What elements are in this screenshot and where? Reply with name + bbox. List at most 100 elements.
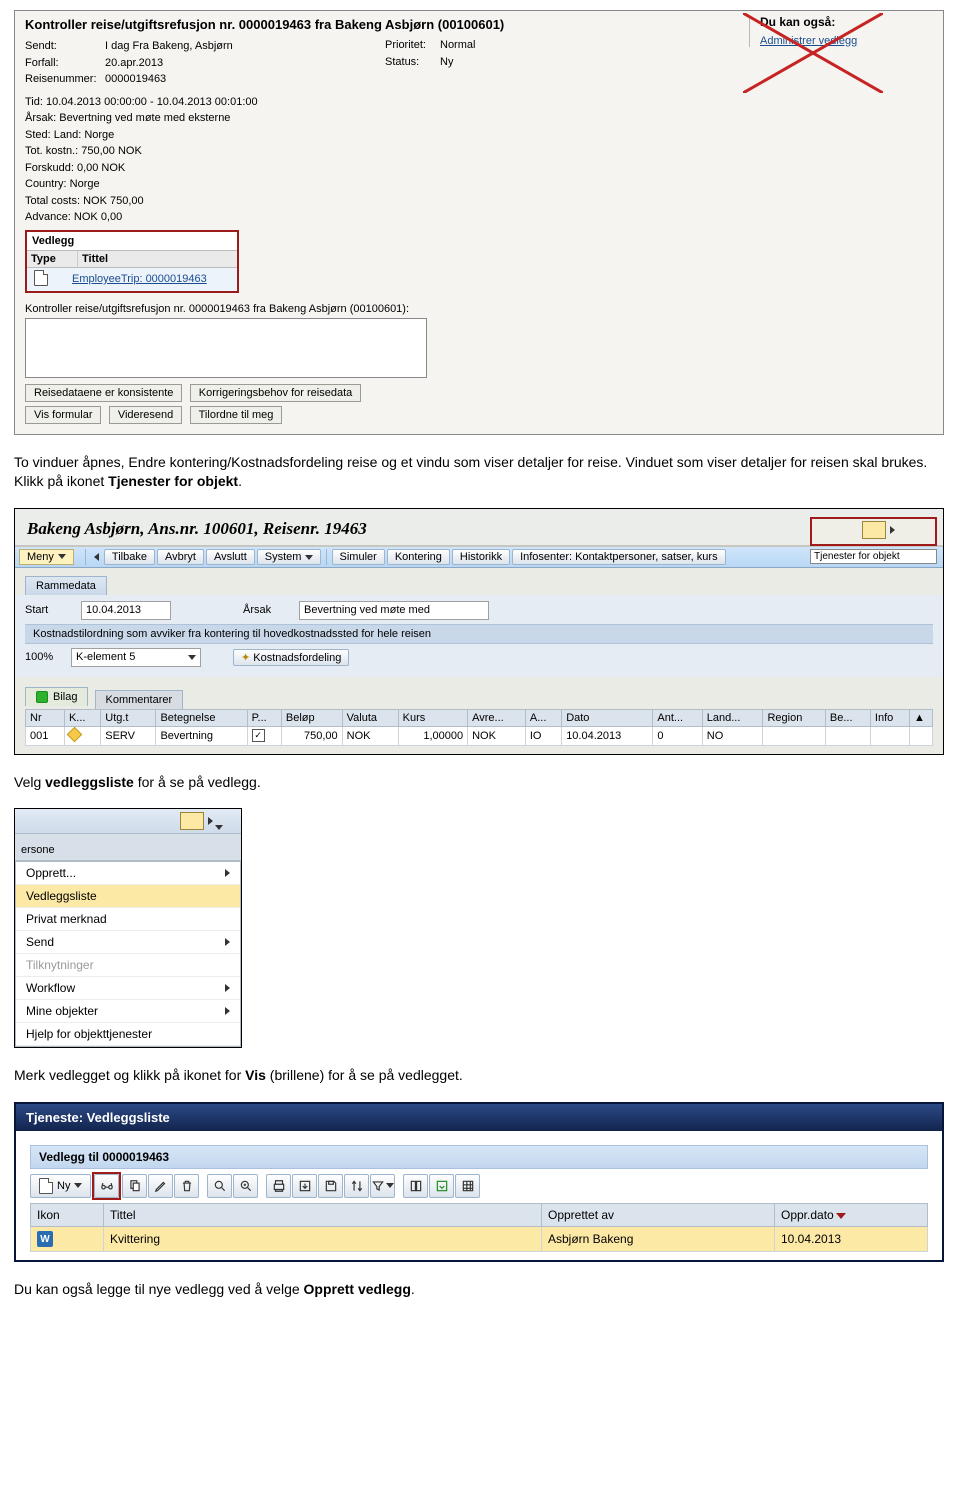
chevron-down-icon bbox=[386, 1183, 394, 1188]
reisedata-konsistente-button[interactable]: Reisedataene er konsistente bbox=[25, 384, 182, 402]
side-text-fragment: ersone bbox=[21, 844, 55, 856]
menu-opprett[interactable]: Opprett... bbox=[16, 862, 240, 885]
word-doc-icon: W bbox=[37, 1231, 53, 1247]
checkbox-icon[interactable]: ✓ bbox=[252, 729, 265, 742]
object-services-tooltip: Tjenester for objekt bbox=[810, 549, 937, 564]
layout-button[interactable] bbox=[403, 1174, 428, 1198]
detail-line: Årsak: Bevertning ved møte med eksterne bbox=[25, 110, 933, 127]
menu-mine-objekter[interactable]: Mine objekter bbox=[16, 1000, 240, 1023]
rammedata-tab[interactable]: Rammedata bbox=[25, 576, 107, 595]
view-button-highlight bbox=[92, 1172, 121, 1200]
col-ant[interactable]: Ant... bbox=[653, 709, 702, 726]
export-button[interactable] bbox=[292, 1174, 317, 1198]
copy-icon bbox=[128, 1179, 142, 1193]
sort-button[interactable] bbox=[344, 1174, 369, 1198]
col-ikon[interactable]: Ikon bbox=[31, 1203, 104, 1226]
col-oppr-dato[interactable]: Oppr.dato bbox=[775, 1203, 928, 1226]
menu-hjelp[interactable]: Hjelp for objekttjenester bbox=[16, 1023, 240, 1046]
vis-formular-button[interactable]: Vis formular bbox=[25, 406, 101, 424]
arsak-input[interactable] bbox=[299, 601, 489, 620]
copy-button[interactable] bbox=[122, 1174, 147, 1198]
side-column: Du kan også: Administrer vedlegg bbox=[749, 15, 935, 47]
delete-button[interactable] bbox=[174, 1174, 199, 1198]
menu-privat-merknad[interactable]: Privat merknad bbox=[16, 908, 240, 931]
back-arrow-icon[interactable] bbox=[94, 553, 99, 561]
menu-button[interactable]: Meny bbox=[19, 549, 74, 565]
toolbar-tilbake[interactable]: Tilbake bbox=[104, 549, 155, 565]
col-be[interactable]: Be... bbox=[825, 709, 870, 726]
col-opprettet-av[interactable]: Opprettet av bbox=[542, 1203, 775, 1226]
priority-label: Prioritet: bbox=[385, 37, 440, 54]
tilordne-button[interactable]: Tilordne til meg bbox=[190, 406, 283, 424]
scroll-up-button[interactable]: ▲ bbox=[910, 709, 933, 726]
tab-kommentarer[interactable]: Kommentarer bbox=[95, 690, 184, 709]
chevron-down-icon bbox=[305, 555, 313, 560]
view-button[interactable] bbox=[94, 1174, 119, 1198]
detail-line: Country: Norge bbox=[25, 176, 933, 193]
select-layout-button[interactable] bbox=[429, 1174, 454, 1198]
k-element-select[interactable]: K-element 5 bbox=[71, 648, 201, 667]
col-nr[interactable]: Nr bbox=[26, 709, 65, 726]
col-betegnelse[interactable]: Betegnelse bbox=[156, 709, 247, 726]
comment-textarea[interactable] bbox=[25, 318, 427, 378]
save-icon bbox=[324, 1179, 338, 1193]
grid-button[interactable] bbox=[455, 1174, 480, 1198]
attachment-row[interactable]: EmployeeTrip: 0000019463 bbox=[27, 268, 237, 291]
save-button[interactable] bbox=[318, 1174, 343, 1198]
export-icon bbox=[298, 1179, 312, 1193]
toolbar-system[interactable]: System bbox=[257, 549, 321, 565]
filter-button[interactable] bbox=[370, 1174, 395, 1198]
printer-icon bbox=[272, 1179, 286, 1193]
col-utgt[interactable]: Utg.t bbox=[101, 709, 156, 726]
tab-bilag[interactable]: Bilag bbox=[25, 687, 88, 706]
col-tittel[interactable]: Tittel bbox=[104, 1203, 542, 1226]
window-titlebar: Tjeneste: Vedleggsliste bbox=[16, 1104, 942, 1131]
col-valuta[interactable]: Valuta bbox=[342, 709, 398, 726]
layout-icon bbox=[409, 1179, 423, 1193]
start-input[interactable] bbox=[81, 601, 171, 620]
toolbar-avbryt[interactable]: Avbryt bbox=[157, 549, 204, 565]
print-button[interactable] bbox=[266, 1174, 291, 1198]
toolbar-kontering[interactable]: Kontering bbox=[387, 549, 450, 565]
mid-column: Prioritet:Normal Status:Ny bbox=[385, 37, 475, 70]
col-region[interactable]: Region bbox=[763, 709, 825, 726]
find-button[interactable] bbox=[207, 1174, 232, 1198]
status-value: Ny bbox=[440, 54, 453, 71]
diamond-icon bbox=[67, 726, 83, 742]
object-services-button[interactable] bbox=[810, 517, 937, 546]
new-button[interactable]: Ny bbox=[30, 1174, 91, 1198]
find-next-button[interactable] bbox=[233, 1174, 258, 1198]
col-k[interactable]: K... bbox=[64, 709, 100, 726]
videresend-button[interactable]: Videresend bbox=[109, 406, 182, 424]
menu-workflow[interactable]: Workflow bbox=[16, 977, 240, 1000]
col-avre[interactable]: Avre... bbox=[468, 709, 526, 726]
kostnadsfordeling-button[interactable]: ✦ Kostnadsfordeling bbox=[233, 649, 349, 666]
grid-icon bbox=[461, 1179, 475, 1193]
administer-attachments-link[interactable]: Administrer vedlegg bbox=[760, 35, 857, 47]
toolbar-avslutt[interactable]: Avslutt bbox=[206, 549, 255, 565]
instruction-paragraph: To vinduer åpnes, Endre kontering/Kostna… bbox=[14, 453, 944, 492]
toolbar-infosenter[interactable]: Infosenter: Kontaktpersoner, satser, kur… bbox=[512, 549, 726, 565]
object-services-button[interactable] bbox=[180, 812, 223, 833]
table-row[interactable]: W Kvittering Asbjørn Bakeng 10.04.2013 bbox=[31, 1226, 928, 1252]
col-kurs[interactable]: Kurs bbox=[398, 709, 467, 726]
col-p[interactable]: P... bbox=[247, 709, 281, 726]
sort-desc-icon bbox=[836, 1213, 846, 1219]
chevron-down-icon bbox=[188, 655, 196, 660]
control-line: Kontroller reise/utgiftsrefusjon nr. 000… bbox=[25, 303, 933, 315]
attachment-link[interactable]: EmployeeTrip: 0000019463 bbox=[72, 273, 207, 285]
menu-send[interactable]: Send bbox=[16, 931, 240, 954]
col-info[interactable]: Info bbox=[870, 709, 909, 726]
col-a[interactable]: A... bbox=[525, 709, 561, 726]
menu-vedleggsliste[interactable]: Vedleggsliste bbox=[16, 885, 240, 908]
col-dato[interactable]: Dato bbox=[562, 709, 653, 726]
toolbar-simuler[interactable]: Simuler bbox=[332, 549, 385, 565]
col-land[interactable]: Land... bbox=[702, 709, 763, 726]
chevron-right-icon bbox=[225, 984, 230, 992]
table-row[interactable]: 001 SERV Bevertning ✓ 750,00 NOK 1,00000… bbox=[26, 726, 933, 745]
korrigeringsbehov-button[interactable]: Korrigeringsbehov for reisedata bbox=[190, 384, 361, 402]
sap-title: Bakeng Asbjørn, Ans.nr. 100601, Reisenr.… bbox=[15, 509, 943, 547]
col-belop[interactable]: Beløp bbox=[281, 709, 342, 726]
toolbar-historikk[interactable]: Historikk bbox=[452, 549, 510, 565]
edit-button[interactable] bbox=[148, 1174, 173, 1198]
